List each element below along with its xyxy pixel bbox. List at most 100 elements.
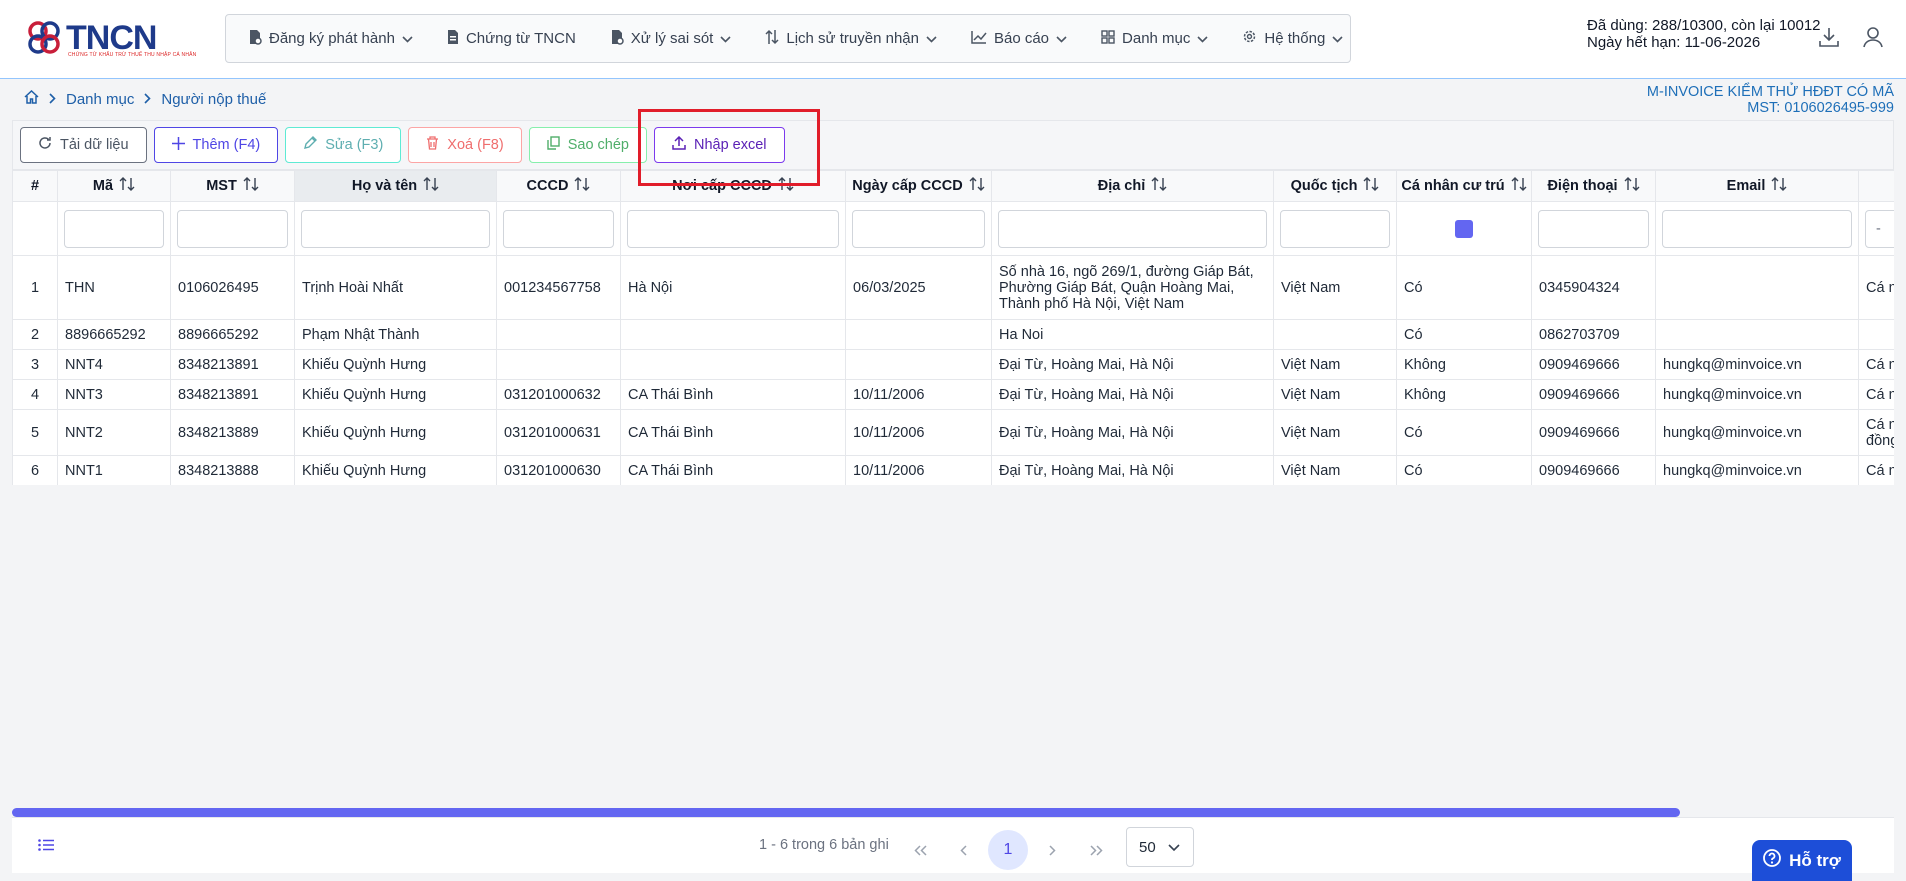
cell-noi-cap (620, 349, 846, 380)
first-page-icon[interactable] (901, 830, 941, 870)
sort-icon[interactable] (119, 177, 135, 195)
col-cccd[interactable]: CCCD (496, 170, 621, 202)
chevron-down-icon (926, 30, 937, 47)
filter-ma-input[interactable] (64, 209, 164, 248)
col-extra[interactable] (1858, 170, 1894, 202)
next-page-icon[interactable] (1032, 830, 1072, 870)
prev-page-icon[interactable] (944, 830, 984, 870)
table-row[interactable]: 4 NNT3 8348213891 Khiếu Quỳnh Hưng 03120… (12, 379, 1894, 410)
breadcrumb-danh-muc[interactable]: Danh mục (66, 91, 134, 108)
sort-icon[interactable] (778, 177, 794, 195)
col-quoc-tich[interactable]: Quốc tịch (1273, 170, 1397, 202)
col-email[interactable]: Email (1655, 170, 1859, 202)
nav-label: Xử lý sai sót (630, 30, 714, 47)
cell-cccd: 031201000630 (496, 455, 621, 485)
filter-cccd-input[interactable] (503, 209, 614, 248)
filter-dia-chi-input[interactable] (998, 209, 1267, 248)
filter-cell (1655, 201, 1859, 256)
cell-mst: 8348213889 (170, 409, 295, 456)
col-ca-nhan-cu-tru[interactable]: Cá nhân cư trú (1396, 170, 1532, 202)
col-label: Ngày cấp CCCD (852, 177, 963, 194)
help-button[interactable]: Hỗ trợ (1752, 840, 1852, 881)
col-ngay-cap-cccd[interactable]: Ngày cấp CCCD (845, 170, 992, 202)
filter-cell (991, 201, 1274, 256)
col-ho-va-ten[interactable]: Họ và tên (294, 170, 497, 202)
download-icon[interactable] (1818, 26, 1840, 51)
edit-button[interactable]: Sửa (F3) (285, 127, 402, 163)
filter-cell: - (1858, 201, 1894, 256)
delete-button[interactable]: Xoá (F8) (408, 127, 522, 163)
col-label: CCCD (526, 177, 569, 194)
col-label: Quốc tịch (1290, 177, 1358, 194)
col-label: Nơi cấp CCCD (672, 177, 772, 194)
filter-row: - (12, 201, 1894, 256)
sort-icon[interactable] (1624, 177, 1640, 195)
cell-dien-thoai: 0909469666 (1531, 455, 1656, 485)
cell-noi-cap: Hà Nội (620, 255, 846, 320)
col-dien-thoai[interactable]: Điện thoại (1531, 170, 1656, 202)
brand-logo[interactable]: TNCN CHỨNG TỪ KHẤU TRỪ THUẾ THU NHẬP CÁ … (24, 18, 196, 58)
filter-cell (170, 201, 295, 256)
col-mst[interactable]: MST (170, 170, 295, 202)
page-button-current[interactable]: 1 (988, 830, 1028, 870)
table-row[interactable]: 6 NNT1 8348213888 Khiếu Quỳnh Hưng 03120… (12, 455, 1894, 485)
table-row[interactable]: 1 THN 0106026495 Trịnh Hoài Nhất 0012345… (12, 255, 1894, 320)
home-icon[interactable] (24, 89, 39, 108)
filter-noi-cap-input[interactable] (627, 209, 839, 248)
cell-index: 2 (12, 319, 58, 350)
breadcrumb: Danh mục Người nộp thuế (24, 89, 266, 108)
nav-label: Đăng ký phát hành (269, 30, 395, 47)
sort-icon[interactable] (969, 177, 985, 195)
list-icon[interactable] (38, 838, 54, 854)
reload-button[interactable]: Tải dữ liệu (20, 127, 147, 163)
filter-ho-va-ten-input[interactable] (301, 209, 490, 248)
sort-icon[interactable] (1363, 177, 1379, 195)
table-row[interactable]: 3 NNT4 8348213891 Khiếu Quỳnh Hưng Đại T… (12, 349, 1894, 380)
filter-cu-tru-checkbox[interactable] (1455, 219, 1473, 238)
nav-dang-ky-phat-hanh[interactable]: Đăng ký phát hành (248, 29, 413, 49)
filter-dien-thoai-input[interactable] (1538, 209, 1649, 248)
filter-mst-input[interactable] (177, 209, 288, 248)
chevron-down-icon (720, 30, 731, 47)
add-button[interactable]: Thêm (F4) (153, 127, 279, 163)
last-page-icon[interactable] (1076, 830, 1116, 870)
nav-bao-cao[interactable]: Báo cáo (971, 30, 1067, 48)
sort-icon[interactable] (423, 177, 439, 195)
horizontal-scrollbar[interactable] (12, 808, 1680, 817)
filter-extra-select[interactable]: - (1865, 209, 1894, 248)
filter-email-input[interactable] (1662, 209, 1852, 248)
cell-ma: NNT3 (57, 379, 171, 410)
nav-he-thong[interactable]: Hệ thống (1242, 29, 1343, 48)
table-row[interactable]: 2 8896665292 8896665292 Phạm Nhật Thành … (12, 319, 1894, 350)
cell-extra: Cá nh (1858, 255, 1894, 320)
sort-icon[interactable] (1771, 177, 1787, 195)
filter-ngay-cap-input[interactable] (852, 209, 985, 248)
nav-lich-su-truyen-nhan[interactable]: Lịch sử truyền nhận (765, 29, 937, 49)
import-excel-button[interactable]: Nhập excel (653, 127, 785, 163)
nav-chung-tu-tncn[interactable]: Chứng từ TNCN (447, 29, 576, 49)
cell-extra: Cá nh đồng (1858, 409, 1894, 456)
col-noi-cap-cccd[interactable]: Nơi cấp CCCD (620, 170, 846, 202)
sort-icon[interactable] (574, 177, 590, 195)
cell-index: 5 (12, 409, 58, 456)
col-dia-chi[interactable]: Địa chỉ (991, 170, 1274, 202)
cell-ma: NNT2 (57, 409, 171, 456)
sort-icon[interactable] (1151, 177, 1167, 195)
filter-quoc-tich-input[interactable] (1280, 209, 1390, 248)
header-row: # Mã MST Họ và tên CCCD Nơi cấp CCCD Ngà… (12, 170, 1894, 202)
nav-danh-muc[interactable]: Danh mục (1101, 29, 1208, 48)
nav-xu-ly-sai-sot[interactable]: Xử lý sai sót (610, 29, 732, 49)
transfer-arrows-icon (765, 29, 779, 49)
user-icon[interactable] (1862, 26, 1884, 51)
table-row[interactable]: 5 NNT2 8348213889 Khiếu Quỳnh Hưng 03120… (12, 409, 1894, 456)
upload-icon (672, 135, 686, 154)
copy-button[interactable]: Sao chép (528, 127, 647, 163)
chevron-down-icon (1332, 30, 1343, 47)
sort-icon[interactable] (243, 177, 259, 195)
sort-icon[interactable] (1511, 177, 1527, 195)
cell-mst: 8348213891 (170, 379, 295, 410)
cell-mst: 8348213891 (170, 349, 295, 380)
breadcrumb-nguoi-nop-thue[interactable]: Người nộp thuế (161, 91, 266, 108)
page-size-select[interactable]: 50 (1126, 827, 1194, 867)
col-ma[interactable]: Mã (57, 170, 171, 202)
